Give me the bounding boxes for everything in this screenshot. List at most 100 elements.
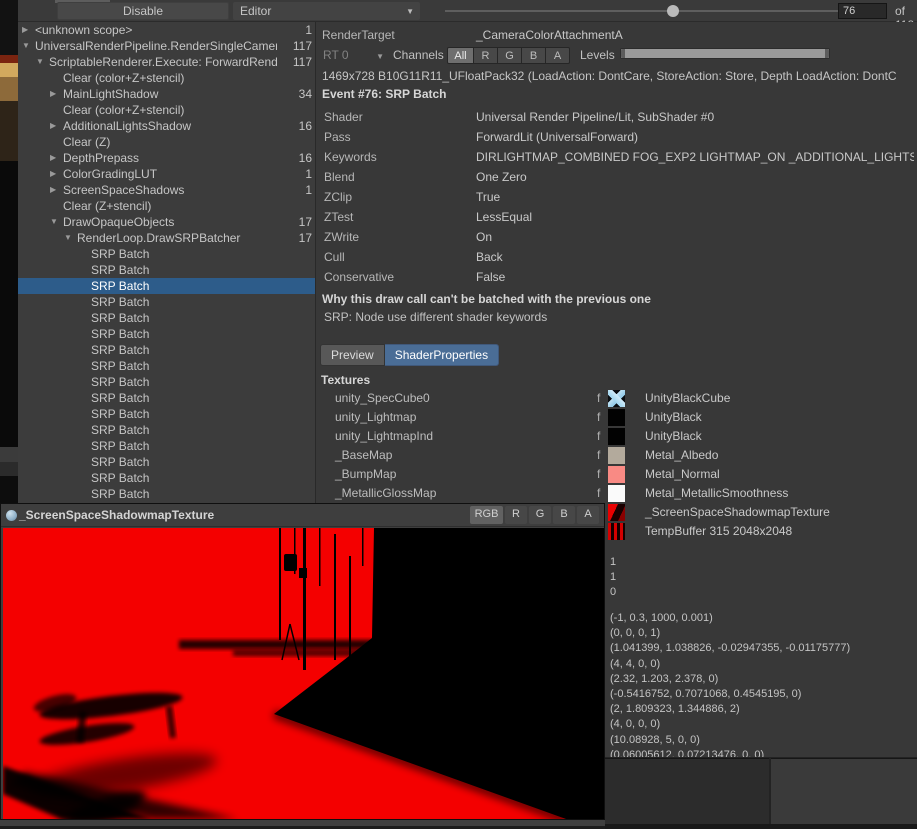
tree-row-count [277,406,315,422]
texture-thumbnail-icon[interactable] [608,428,625,445]
tree-row[interactable]: ▼UniversalRenderPipeline.RenderSingleCam… [18,38,315,54]
shader-state-value: False [476,270,505,284]
bg-block [0,63,18,77]
tree-row[interactable]: SRP Batch [18,278,315,294]
preview-channel-button-g[interactable]: G [529,506,551,524]
levels-label: Levels [580,48,615,62]
tree-row[interactable]: ▼ScriptableRenderer.Execute: ForwardRend… [18,54,315,70]
foldout-open-icon[interactable]: ▼ [64,230,76,246]
tree-row-label: SRP Batch [18,310,277,326]
tree-row[interactable]: Clear (color+Z+stencil) [18,102,315,118]
tree-row[interactable]: SRP Batch [18,246,315,262]
foldout-open-icon[interactable]: ▼ [22,38,34,54]
background-panel-bottom [605,824,917,829]
foldout-open-icon[interactable]: ▼ [36,54,48,70]
tree-row-count: 16 [277,150,315,166]
preview-channel-button-rgb[interactable]: RGB [470,506,503,524]
preview-channel-button-r[interactable]: R [505,506,527,524]
render-target-info: 1469x728 B10G11R11_UFloatPack32 (LoadAct… [322,69,897,83]
rt-index-dropdown[interactable]: RT 0 ▼ [320,47,386,64]
texture-thumbnail-icon[interactable] [608,409,625,426]
tree-row[interactable]: ▶ColorGradingLUT1 [18,166,315,182]
levels-max-handle[interactable] [825,49,829,58]
tree-row[interactable]: SRP Batch [18,454,315,470]
foldout-closed-icon[interactable]: ▶ [50,166,62,182]
preview-channel-button-b[interactable]: B [553,506,575,524]
tree-row[interactable]: Clear (Z+stencil) [18,198,315,214]
tree-row[interactable]: ▼DrawOpaqueObjects17 [18,214,315,230]
shader-vector-value: (10.08928, 5, 0, 0) [610,734,700,746]
tab-shaderproperties[interactable]: ShaderProperties [385,344,499,366]
levels-min-handle[interactable] [621,49,625,58]
tree-row-count [277,262,315,278]
tree-row-label: SRP Batch [18,294,277,310]
tree-row[interactable]: SRP Batch [18,374,315,390]
channel-button-all[interactable]: All [447,47,474,64]
target-selector-dropdown[interactable]: Editor ▼ [233,2,420,20]
texture-preview-window: _ScreenSpaceShadowmapTexture RGBRGBA [0,503,605,820]
disable-button[interactable]: Disable [57,2,229,20]
tree-row-count [277,102,315,118]
channel-button-a[interactable]: A [546,47,570,64]
texture-asset-name: UnityBlackCube [645,389,730,408]
preview-channel-button-a[interactable]: A [577,506,599,524]
texture-thumbnail-icon[interactable] [608,485,625,502]
channel-button-r[interactable]: R [474,47,498,64]
texture-thumbnail-icon[interactable] [608,466,625,483]
tree-row[interactable]: ▶DepthPrepass16 [18,150,315,166]
foldout-closed-icon[interactable]: ▶ [50,150,62,166]
tree-row[interactable]: SRP Batch [18,326,315,342]
tree-row[interactable]: Clear (color+Z+stencil) [18,70,315,86]
shader-vector-value: (4, 4, 0, 0) [610,658,660,670]
tree-row[interactable]: SRP Batch [18,422,315,438]
foldout-closed-icon[interactable]: ▶ [50,86,62,102]
foldout-open-icon[interactable]: ▼ [50,214,62,230]
tree-row[interactable]: SRP Batch [18,358,315,374]
shader-state-row: ShaderUniversal Render Pipeline/Lit, Sub… [324,107,914,127]
texture-preview-titlebar[interactable]: _ScreenSpaceShadowmapTexture RGBRGBA [1,504,604,527]
channel-button-g[interactable]: G [498,47,522,64]
tree-row-count [277,438,315,454]
frame-slider-handle[interactable] [667,5,679,17]
background-windows [605,757,917,829]
chevron-down-icon: ▼ [376,48,384,65]
tab-preview[interactable]: Preview [320,344,385,366]
tree-row[interactable]: ▶AdditionalLightsShadow16 [18,118,315,134]
shader-state-row: BlendOne Zero [324,167,914,187]
tree-row[interactable]: ▶MainLightShadow34 [18,86,315,102]
tree-row-label: SRP Batch [18,454,277,470]
shader-state-row: ZTestLessEqual [324,207,914,227]
foldout-closed-icon[interactable]: ▶ [50,182,62,198]
tree-row[interactable]: SRP Batch [18,486,315,502]
tree-row[interactable]: Clear (Z) [18,134,315,150]
tree-row[interactable]: SRP Batch [18,390,315,406]
tree-row[interactable]: SRP Batch [18,470,315,486]
bg-block [0,462,18,476]
tree-row[interactable]: ▶<unknown scope>1 [18,22,315,38]
tree-row[interactable]: SRP Batch [18,310,315,326]
tree-row[interactable]: ▶ScreenSpaceShadows1 [18,182,315,198]
texture-thumbnail-icon[interactable] [608,390,625,407]
tree-row[interactable]: SRP Batch [18,438,315,454]
tree-row[interactable]: SRP Batch [18,406,315,422]
tree-row-label: SRP Batch [18,390,277,406]
tree-row[interactable]: SRP Batch [18,262,315,278]
texture-thumbnail-icon[interactable] [608,504,625,521]
texture-thumbnail-icon[interactable] [608,447,625,464]
channel-button-b[interactable]: B [522,47,546,64]
tree-row[interactable]: SRP Batch [18,342,315,358]
frame-number-input[interactable]: 76 [838,3,887,19]
levels-range-slider[interactable] [620,48,830,59]
foldout-closed-icon[interactable]: ▶ [22,22,34,38]
foldout-closed-icon[interactable]: ▶ [50,118,62,134]
tree-row[interactable]: ▼RenderLoop.DrawSRPBatcher17 [18,230,315,246]
shader-state-row: CullBack [324,247,914,267]
tree-row-count: 34 [277,86,315,102]
tree-row-count [277,134,315,150]
tree-row[interactable]: SRP Batch [18,294,315,310]
shader-vector-value: (2.32, 1.203, 2.378, 0) [610,673,718,685]
texture-thumbnail-icon[interactable] [608,523,625,540]
texture-flag: f [597,484,600,503]
tree-row-label: SRP Batch [18,278,277,294]
frame-slider[interactable] [445,10,852,12]
